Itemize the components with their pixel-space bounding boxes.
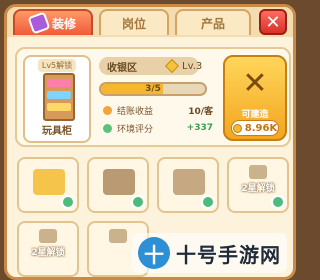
stat-label: 结账收益 <box>117 106 154 117</box>
watermark-logo: 十 <box>138 237 170 269</box>
stat-value: +337 <box>186 123 213 133</box>
coin-icon <box>103 105 112 115</box>
build-label: 可建造 <box>241 110 269 120</box>
slot-locked[interactable]: 2星解锁 <box>17 221 79 277</box>
cash-register-icon <box>33 169 65 195</box>
owned-badge-icon <box>201 195 215 209</box>
tab-decorate[interactable]: 装修 <box>13 9 93 35</box>
lock-icon <box>249 165 267 179</box>
wrench-hammer-icon: ✕ <box>242 66 268 101</box>
stat-value: 10/客 <box>188 106 213 117</box>
lock-text: 2星解锁 <box>241 184 275 194</box>
item-info-card: Lv5解锁 玩具柜 收银区 Lv.3 3/5 结账收益 10/客 环境评分 +3… <box>15 47 291 147</box>
slot-cash-register[interactable] <box>17 157 79 213</box>
owned-badge-icon <box>271 195 285 209</box>
site-watermark: 十 十号手游网 <box>132 233 287 273</box>
hammer-icon <box>27 11 51 35</box>
area-name: 收银区 <box>107 62 137 74</box>
tab-products[interactable]: 产品 <box>175 9 251 35</box>
basket-icon <box>103 169 135 195</box>
progress-text: 3/5 <box>145 84 161 94</box>
stat-checkout-income: 结账收益 10/客 <box>103 103 213 117</box>
level-text: Lv.3 <box>182 60 203 72</box>
upgrade-progress-bar: 3/5 <box>99 82 207 96</box>
item-level: Lv.3 <box>164 57 203 75</box>
build-button[interactable]: ✕ 可建造 8.96K <box>223 55 287 141</box>
leaf-icon <box>103 123 112 133</box>
stat-environment-score: 环境评分 +337 <box>103 121 213 135</box>
tab-positions[interactable]: 岗位 <box>99 9 169 35</box>
coin-icon <box>232 123 242 133</box>
owned-badge-icon <box>131 195 145 209</box>
item-thumbnail: Lv5解锁 玩具柜 <box>23 55 91 143</box>
tab-bar: 装修 岗位 产品 ✕ <box>7 7 293 37</box>
decoration-panel: 装修 岗位 产品 ✕ Lv5解锁 玩具柜 收银区 Lv.3 3/5 结账收益 1… <box>4 4 296 280</box>
tab-products-label: 产品 <box>200 16 225 31</box>
slot-locked[interactable]: 2星解锁 <box>227 157 289 213</box>
stat-label: 环境评分 <box>117 124 154 135</box>
toy-cabinet-icon <box>43 73 75 121</box>
tab-positions-label: 岗位 <box>121 16 146 31</box>
build-cost-value: 8.96K <box>244 122 278 134</box>
shelf-icon <box>173 169 205 195</box>
owned-badge-icon <box>61 195 75 209</box>
lock-icon <box>109 229 127 243</box>
tab-decorate-label: 装修 <box>51 16 76 31</box>
level-diamond-icon <box>164 58 180 74</box>
close-icon: ✕ <box>265 11 281 33</box>
lock-icon <box>39 229 57 243</box>
build-cost: 8.96K <box>231 120 279 136</box>
unlock-level-tag: Lv5解锁 <box>37 59 77 72</box>
item-name: 玩具柜 <box>42 126 72 137</box>
slot-shelf[interactable] <box>157 157 219 213</box>
slot-basket[interactable] <box>87 157 149 213</box>
watermark-text: 十号手游网 <box>176 242 281 267</box>
close-button[interactable]: ✕ <box>259 9 287 35</box>
lock-text: 2星解锁 <box>31 248 65 258</box>
